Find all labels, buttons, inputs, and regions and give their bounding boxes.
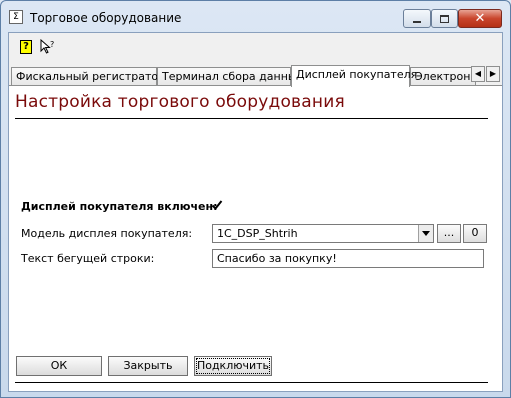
heading-divider (15, 118, 488, 119)
model-dropdown-button[interactable] (418, 225, 433, 242)
minimize-icon (413, 20, 421, 23)
display-enabled-checkbox[interactable] (211, 199, 223, 211)
app-window: Σ Торговое оборудование ✕ ? ? Фискальный… (0, 0, 511, 398)
pointer-help-icon: ? (40, 39, 54, 54)
svg-text:?: ? (50, 40, 54, 49)
display-model-label: Модель дисплея покупателя: (21, 227, 193, 240)
window-title: Торговое оборудование (30, 11, 182, 25)
close-button[interactable]: Закрыть (108, 356, 188, 376)
page-title: Настройка торгового оборудования (15, 92, 345, 112)
toolbar: ? ? (9, 33, 502, 60)
minimize-button[interactable] (403, 9, 431, 28)
help-icon: ? (20, 40, 32, 54)
help-button[interactable]: ? (17, 38, 35, 56)
close-window-button[interactable]: ✕ (458, 9, 502, 28)
customer-display-panel: Настройка торгового оборудования Дисплей… (9, 85, 502, 391)
whats-this-button[interactable]: ? (39, 38, 57, 56)
connect-button[interactable]: Подключить (194, 356, 272, 376)
tab-data-terminal[interactable]: Терминал сбора данных (157, 67, 303, 86)
maximize-icon (440, 14, 449, 23)
tab-electronic[interactable]: Электрон (410, 67, 476, 86)
tab-scroll-left-button[interactable]: ◀ (471, 66, 485, 82)
close-icon: ✕ (474, 11, 486, 26)
ticker-text-input[interactable]: Спасибо за покупку! (212, 249, 484, 268)
ticker-text-label: Текст бегущей строки: (21, 252, 155, 265)
tab-strip: Фискальный регистратор Терминал сбора да… (9, 65, 502, 87)
model-browse-button[interactable]: ... (437, 224, 461, 243)
ok-button[interactable]: ОК (16, 356, 102, 376)
display-enabled-label: Дисплей покупателя включен: (21, 200, 218, 213)
app-icon: Σ (9, 10, 23, 24)
display-model-select[interactable]: 1C_DSP_Shtrih (212, 224, 434, 243)
model-clear-button[interactable]: 0 (463, 224, 487, 243)
maximize-button[interactable] (431, 9, 458, 28)
chevron-down-icon (422, 231, 430, 236)
tab-scroll-right-button[interactable]: ▶ (486, 66, 500, 82)
footer-divider (15, 382, 488, 383)
tab-fiscal-registrar[interactable]: Фискальный регистратор (11, 67, 165, 86)
display-model-value: 1C_DSP_Shtrih (217, 227, 298, 240)
tab-customer-display[interactable]: Дисплей покупателя (291, 65, 417, 87)
dialog-client-area: ? ? Фискальный регистратор Терминал сбор… (8, 32, 503, 392)
title-bar[interactable]: Σ Торговое оборудование ✕ (1, 1, 510, 31)
